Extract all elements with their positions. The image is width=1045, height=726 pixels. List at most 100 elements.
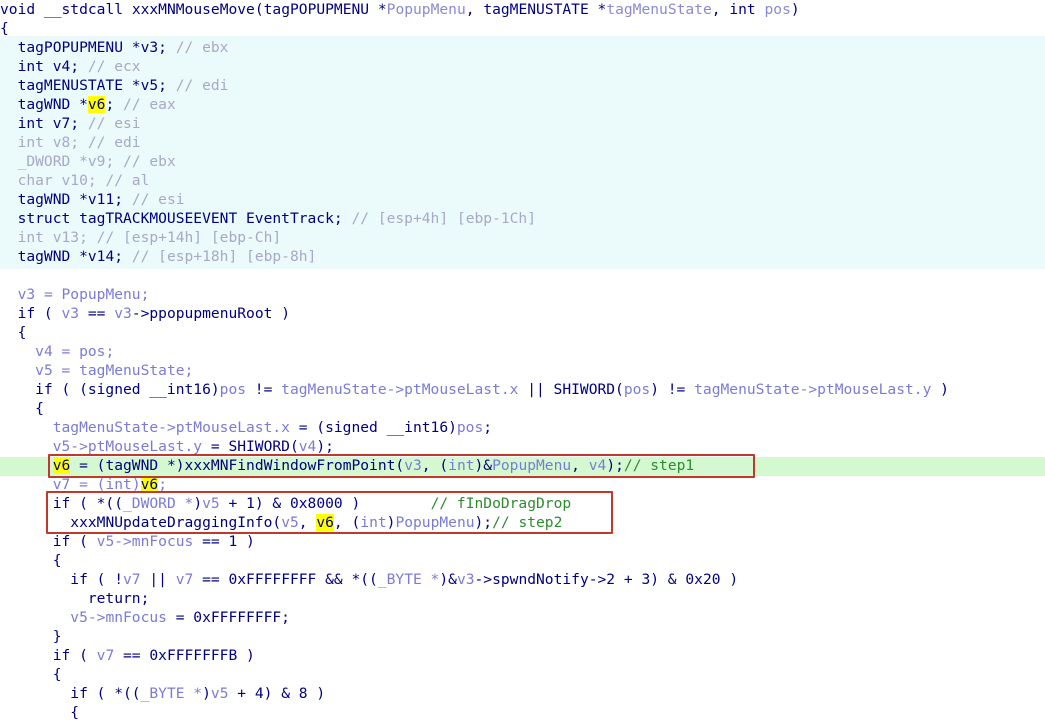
token-popupmenu[interactable]: PopupMenu bbox=[62, 286, 141, 303]
token-function-name[interactable]: xxxMNMouseMove bbox=[132, 1, 255, 18]
token-tagmenustate[interactable]: tagMenuState->ptMouseLast.x bbox=[53, 419, 290, 436]
decl-name-v4[interactable]: v4 bbox=[53, 58, 71, 75]
code-line-decl-v6[interactable]: tagWND *v6; // eax bbox=[0, 95, 176, 114]
token-popupmenu[interactable]: PopupMenu bbox=[395, 514, 474, 531]
token-popupmenu[interactable]: PopupMenu bbox=[492, 457, 571, 474]
code-line-brace[interactable]: { bbox=[0, 551, 62, 570]
decl-name-v3[interactable]: v3 bbox=[141, 39, 159, 56]
token-param-type-3: int bbox=[729, 1, 756, 18]
token-v5[interactable]: v5->mnFocus bbox=[97, 533, 194, 550]
code-line-brace[interactable]: { bbox=[0, 399, 44, 418]
code-line-if-mouselast[interactable]: if ( (signed __int16)pos != tagMenuState… bbox=[0, 380, 949, 399]
code-line-brace[interactable]: { bbox=[0, 665, 62, 684]
code-line-set-mouselast-x[interactable]: tagMenuState->ptMouseLast.x = (signed __… bbox=[0, 418, 492, 437]
pseudocode-view[interactable]: void __stdcall xxxMNMouseMove(tagPOPUPME… bbox=[0, 0, 1045, 726]
decl-name-v5[interactable]: v5 bbox=[141, 77, 159, 94]
code-line-signature[interactable]: void __stdcall xxxMNMouseMove(tagPOPUPME… bbox=[0, 0, 800, 19]
code-line-brace[interactable]: } bbox=[0, 627, 62, 646]
code-line-decl-v9[interactable]: _DWORD *v9; // ebx bbox=[0, 152, 176, 171]
decl-comment-v7: // esi bbox=[87, 115, 141, 132]
token-pos[interactable]: pos bbox=[220, 381, 246, 398]
code-line-decl-v7[interactable]: int v7; // esi bbox=[0, 114, 141, 133]
code-line-open-brace-fn[interactable]: { bbox=[0, 19, 9, 38]
token-fn-xxxmnfindwindowfrompoint[interactable]: xxxMNFindWindowFromPoint bbox=[185, 457, 396, 474]
comment-findodragdrop: // fInDoDragDrop bbox=[430, 495, 572, 512]
code-line-assign-v4[interactable]: v4 = pos; bbox=[0, 342, 114, 361]
token-v5[interactable]: v5->ptMouseLast.y bbox=[53, 438, 202, 455]
code-line-if-byte-v5-4[interactable]: if ( *((_BYTE *)v5 + 4) & 8 ) bbox=[0, 684, 325, 703]
token-v7[interactable]: v7 bbox=[97, 647, 115, 664]
token-v5[interactable]: v5 bbox=[202, 495, 220, 512]
token-v7[interactable]: v7 bbox=[53, 476, 71, 493]
token-v6-highlighted[interactable]: v6 bbox=[140, 476, 159, 493]
decl-name-v9[interactable]: v9 bbox=[88, 153, 106, 170]
code-line-assign-v3[interactable]: v3 = PopupMenu; bbox=[0, 285, 150, 304]
token-v5[interactable]: v5 bbox=[35, 362, 53, 379]
code-line-decl-eventtrack[interactable]: struct tagTRACKMOUSEEVENT EventTrack; //… bbox=[0, 209, 536, 228]
token-v6-highlighted[interactable]: v6 bbox=[316, 514, 334, 531]
code-line-decl-v5[interactable]: tagMENUSTATE *v5; // edi bbox=[0, 76, 229, 95]
code-line-assign-v5[interactable]: v5 = tagMenuState; bbox=[0, 361, 193, 380]
token-v3[interactable]: v3 bbox=[18, 286, 36, 303]
token-v3[interactable]: v3 bbox=[404, 457, 422, 474]
token-v3[interactable]: v3 bbox=[114, 305, 132, 322]
code-line-step1[interactable]: v6 = (tagWND *)xxxMNFindWindowFromPoint(… bbox=[0, 456, 694, 475]
decl-comment-v13: // [esp+14h] [ebp-Ch] bbox=[96, 229, 282, 246]
code-line-decl-v4[interactable]: int v4; // ecx bbox=[0, 57, 141, 76]
token-tagmenustate[interactable]: tagMenuState bbox=[79, 362, 184, 379]
code-line-return[interactable]: return; bbox=[0, 589, 150, 608]
decl-name-v10[interactable]: v10 bbox=[62, 172, 88, 189]
token-pos[interactable]: pos bbox=[457, 419, 483, 436]
code-line-if-v7-guard[interactable]: if ( !v7 || v7 == 0xFFFFFFFF && *((_BYTE… bbox=[0, 570, 738, 589]
token-pos[interactable]: pos bbox=[79, 343, 105, 360]
decl-name-v6-highlighted[interactable]: v6 bbox=[87, 96, 106, 113]
decl-name-v13[interactable]: v13 bbox=[53, 229, 79, 246]
token-param-type-1: tagPOPUPMENU * bbox=[263, 1, 387, 18]
token-param-name-3[interactable]: pos bbox=[765, 1, 791, 18]
token-pos[interactable]: pos bbox=[624, 381, 650, 398]
token-v7[interactable]: v7 bbox=[176, 571, 194, 588]
token-v3[interactable]: v3 bbox=[457, 571, 475, 588]
token-v5[interactable]: v5 bbox=[211, 685, 229, 702]
decl-comment-v5: // edi bbox=[175, 77, 229, 94]
code-line-step2[interactable]: xxxMNUpdateDraggingInfo(v5, v6, (int)Pop… bbox=[0, 513, 562, 532]
code-line-brace[interactable]: { bbox=[0, 323, 27, 342]
token-tagmenustate[interactable]: tagMenuState->ptMouseLast.y bbox=[694, 381, 931, 398]
decl-name-v11[interactable]: v11 bbox=[88, 191, 114, 208]
token-param-name-2[interactable]: tagMenuState bbox=[606, 1, 711, 18]
token-v5[interactable]: v5->mnFocus bbox=[70, 609, 167, 626]
token-v6-highlighted[interactable]: v6 bbox=[52, 457, 71, 474]
token-fn-xxxmnupdatedragginginfo[interactable]: xxxMNUpdateDraggingInfo bbox=[70, 514, 272, 531]
code-line-decl-v14[interactable]: tagWND *v14; // [esp+18h] [ebp-8h] bbox=[0, 247, 317, 266]
decl-comment-v8: // edi bbox=[87, 134, 141, 151]
code-line-decl-v13[interactable]: int v13; // [esp+14h] [ebp-Ch] bbox=[0, 228, 282, 247]
code-line-decl-v3[interactable]: tagPOPUPMENU *v3; // ebx bbox=[0, 38, 229, 57]
code-line-assign-v7[interactable]: v7 = (int)v6; bbox=[0, 475, 167, 494]
code-line-decl-v8[interactable]: int v8; // edi bbox=[0, 133, 141, 152]
code-line-set-mouselast-y[interactable]: v5->ptMouseLast.y = SHIWORD(v4); bbox=[0, 437, 334, 456]
token-v4[interactable]: v4 bbox=[35, 343, 53, 360]
code-line-if-mnfocus[interactable]: if ( v5->mnFocus == 1 ) bbox=[0, 532, 255, 551]
decl-comment-v4: // ecx bbox=[87, 58, 141, 75]
token-v4[interactable]: v4 bbox=[299, 438, 317, 455]
code-line-if-v7-fffffffb[interactable]: if ( v7 == 0xFFFFFFFB ) bbox=[0, 646, 255, 665]
token-tagmenustate[interactable]: tagMenuState->ptMouseLast.x bbox=[281, 381, 518, 398]
token-v4[interactable]: v4 bbox=[589, 457, 607, 474]
decl-comment-v14: // [esp+18h] [ebp-8h] bbox=[131, 248, 317, 265]
token-v5[interactable]: v5 bbox=[281, 514, 299, 531]
decl-name-v8[interactable]: v8 bbox=[53, 134, 71, 151]
code-line-if-indodragdrop[interactable]: if ( *((_DWORD *)v5 + 1) & 0x8000 ) // f… bbox=[0, 494, 571, 513]
token-param-name-1[interactable]: PopupMenu bbox=[387, 1, 466, 18]
code-line-decl-v11[interactable]: tagWND *v11; // esi bbox=[0, 190, 185, 209]
decl-name-v14[interactable]: v14 bbox=[88, 248, 114, 265]
code-line-set-mnfocus[interactable]: v5->mnFocus = 0xFFFFFFFF; bbox=[0, 608, 290, 627]
code-line-brace[interactable]: { bbox=[0, 703, 79, 722]
decl-name-eventtrack[interactable]: EventTrack bbox=[246, 210, 334, 227]
decl-comment-v6: // eax bbox=[123, 96, 176, 113]
token-v3[interactable]: v3 bbox=[62, 305, 80, 322]
code-line-decl-v10[interactable]: char v10; // al bbox=[0, 171, 150, 190]
token-v7[interactable]: v7 bbox=[123, 571, 141, 588]
comment-step1: // step1 bbox=[623, 457, 695, 474]
decl-name-v7[interactable]: v7 bbox=[53, 115, 71, 132]
code-line-if-root[interactable]: if ( v3 == v3->ppopupmenuRoot ) bbox=[0, 304, 290, 323]
